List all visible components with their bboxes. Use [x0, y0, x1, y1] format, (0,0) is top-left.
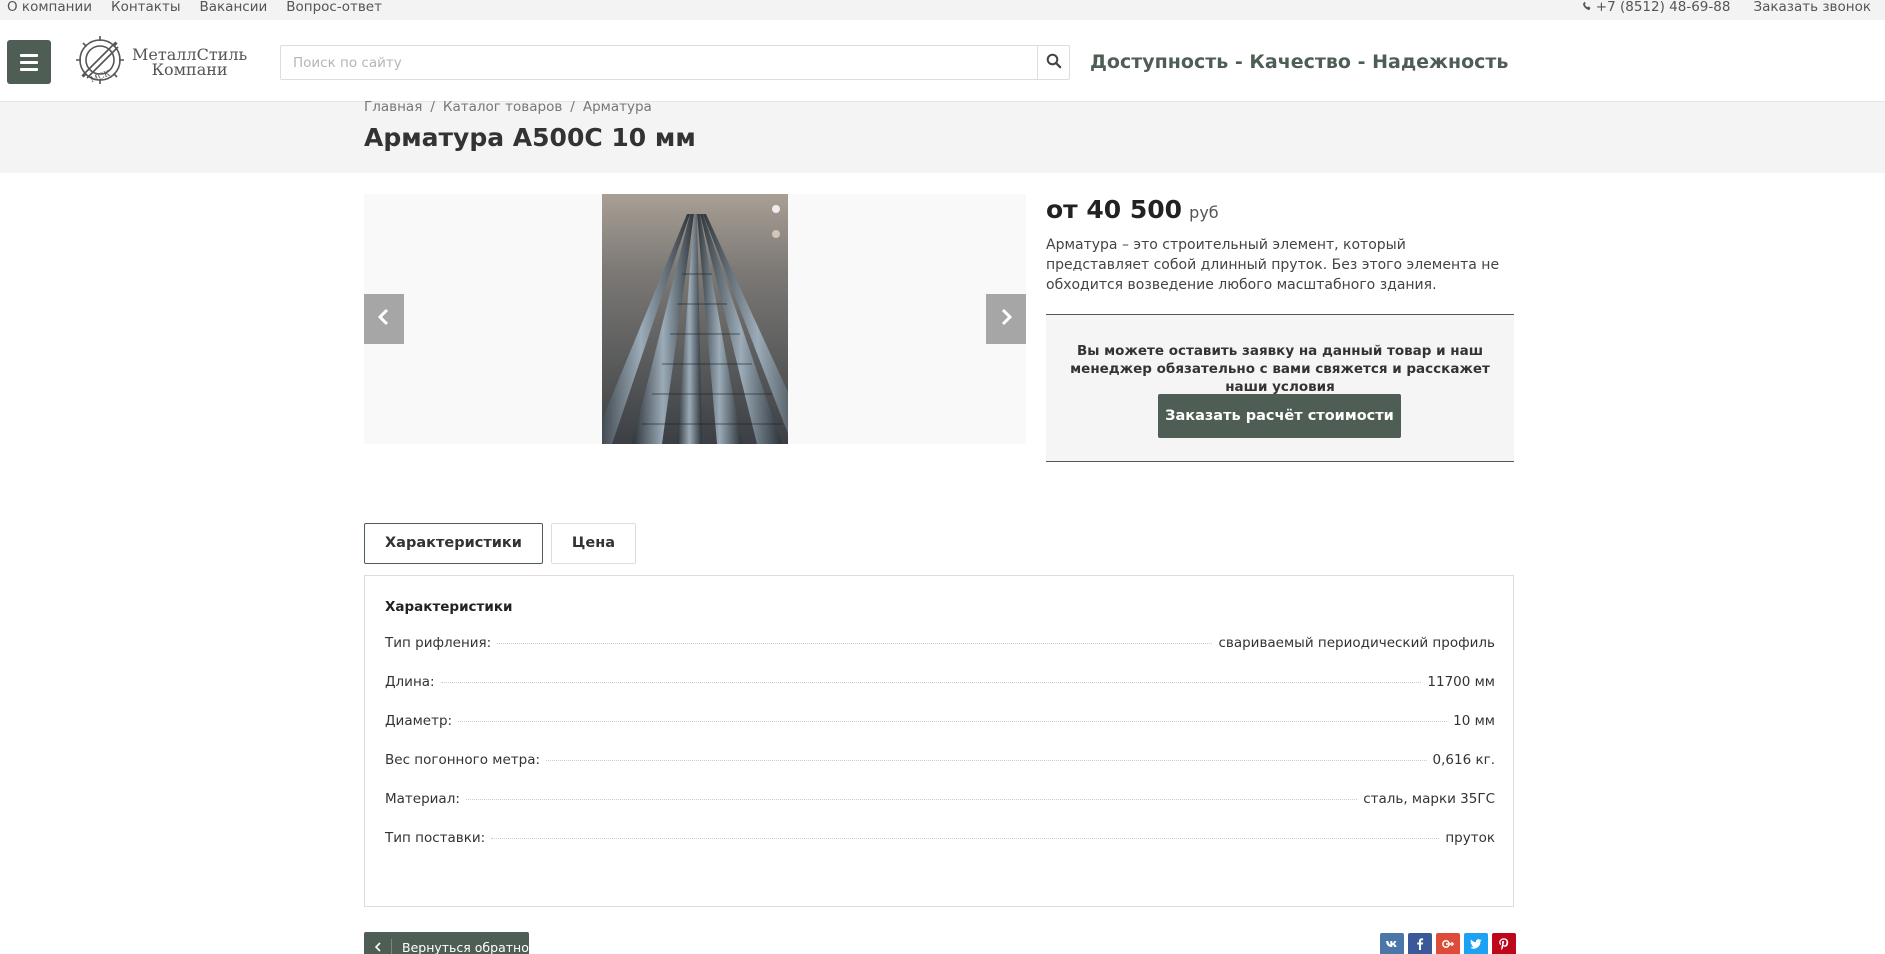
- spec-value: 11700 мм: [1427, 674, 1495, 690]
- back-button[interactable]: Вернуться обратно: [364, 932, 529, 954]
- spec-row: Длина: 11700 мм: [385, 674, 1495, 713]
- spec-value: свариваемый периодический профиль: [1218, 635, 1495, 651]
- header: МСК МеталлСтиль Компани Доступность - Ка…: [0, 20, 1885, 102]
- facebook-share-button[interactable]: [1408, 933, 1432, 954]
- logo-line-2: Компани: [151, 60, 228, 79]
- menu-icon-bar: [20, 60, 38, 64]
- spec-leader: [491, 838, 1440, 839]
- product-price: от 40 500 руб: [1046, 193, 1219, 230]
- menu-icon-bar: [20, 53, 38, 57]
- title-band: Главная / Каталог товаров / Арматура Арм…: [0, 99, 1885, 173]
- specs-panel: Характеристики Тип рифления: свариваемый…: [364, 575, 1514, 907]
- spec-value: сталь, марки 35ГС: [1363, 791, 1495, 807]
- chevron-left-icon: [364, 939, 392, 954]
- request-box: Вы можете оставить заявку на данный това…: [1046, 314, 1514, 462]
- spec-key: Материал:: [385, 791, 460, 807]
- product-photo[interactable]: [602, 194, 788, 444]
- spec-leader: [497, 643, 1213, 644]
- pinterest-icon: [1497, 936, 1511, 954]
- top-nav: О компании Контакты Вакансии Вопрос-отве…: [7, 0, 382, 14]
- specs-title: Характеристики: [385, 599, 513, 615]
- chevron-right-icon: [999, 308, 1013, 330]
- spec-value: 0,616 кг.: [1432, 752, 1495, 768]
- top-nav-about[interactable]: О компании: [7, 0, 92, 14]
- spec-row: Вес погонного метра: 0,616 кг.: [385, 752, 1495, 791]
- spec-key: Тип поставки:: [385, 830, 486, 846]
- spec-row: Диаметр: 10 мм: [385, 713, 1495, 752]
- breadcrumb-item-home[interactable]: Главная: [364, 100, 422, 114]
- pinterest-share-button[interactable]: [1492, 933, 1516, 954]
- product-tabs: Характеристики Цена: [364, 523, 637, 564]
- spec-leader: [546, 760, 1427, 761]
- search-input[interactable]: [281, 46, 1037, 79]
- logo-mark-icon: МСК: [72, 32, 128, 92]
- spec-leader: [458, 721, 1448, 722]
- facebook-icon: [1413, 936, 1427, 954]
- price-currency: руб: [1189, 203, 1219, 222]
- spec-row: Тип рифления: свариваемый периодический …: [385, 635, 1495, 674]
- spec-value: 10 мм: [1453, 713, 1495, 729]
- phone-icon: [1582, 0, 1592, 14]
- google-plus-icon: [1441, 936, 1455, 954]
- product-description: Арматура – это строительный элемент, кот…: [1046, 237, 1500, 293]
- twitter-icon: [1469, 936, 1483, 954]
- tab-characteristics[interactable]: Характеристики: [364, 523, 543, 564]
- product-gallery: [364, 194, 1026, 444]
- vk-icon: [1385, 936, 1399, 954]
- spec-leader: [440, 682, 1422, 683]
- breadcrumb-separator: /: [430, 99, 435, 115]
- social-share: [1380, 933, 1516, 954]
- search-button[interactable]: [1037, 46, 1069, 79]
- top-bar: О компании Контакты Вакансии Вопрос-отве…: [0, 0, 1885, 20]
- spec-key: Длина:: [385, 674, 435, 690]
- order-quote-button[interactable]: Заказать расчёт стоимости: [1158, 394, 1401, 438]
- breadcrumb-item-catalog[interactable]: Каталог товаров: [443, 100, 562, 114]
- breadcrumb-separator: /: [570, 99, 575, 115]
- gallery-next-button[interactable]: [986, 294, 1026, 344]
- back-button-label: Вернуться обратно: [402, 939, 529, 954]
- request-text: Вы можете оставить заявку на данный това…: [1070, 343, 1490, 395]
- vk-share-button[interactable]: [1380, 933, 1404, 954]
- spec-value: пруток: [1445, 830, 1495, 846]
- top-nav-faq[interactable]: Вопрос-ответ: [286, 0, 382, 14]
- top-nav-vacancies[interactable]: Вакансии: [199, 0, 267, 14]
- breadcrumb: Главная / Каталог товаров / Арматура: [364, 99, 652, 115]
- menu-button[interactable]: [7, 40, 51, 84]
- spec-key: Вес погонного метра:: [385, 752, 541, 768]
- twitter-share-button[interactable]: [1464, 933, 1488, 954]
- logo[interactable]: МСК МеталлСтиль Компани: [72, 32, 247, 92]
- top-nav-contacts[interactable]: Контакты: [111, 0, 180, 14]
- breadcrumb-item-current: Арматура: [582, 99, 652, 115]
- spec-row: Материал: сталь, марки 35ГС: [385, 791, 1495, 830]
- spec-key: Тип рифления:: [385, 635, 492, 651]
- callback-link[interactable]: Заказать звонок: [1753, 0, 1871, 14]
- page-title: Арматура А500С 10 мм: [364, 123, 696, 152]
- logo-text: МеталлСтиль Компани: [132, 47, 247, 79]
- price-amount: от 40 500: [1046, 195, 1183, 224]
- search-icon: [1046, 53, 1062, 73]
- spec-leader: [465, 799, 1358, 800]
- top-bar-right: +7 (8512) 48-69-88 Заказать звонок: [1582, 0, 1871, 14]
- chevron-left-icon: [377, 308, 391, 330]
- spec-row: Тип поставки: пруток: [385, 830, 1495, 869]
- slogan: Доступность - Качество - Надежность: [1090, 51, 1509, 73]
- phone-number: +7 (8512) 48-69-88: [1595, 0, 1731, 15]
- phone-link[interactable]: +7 (8512) 48-69-88: [1582, 0, 1731, 15]
- specs-list: Тип рифления: свариваемый периодический …: [385, 635, 1495, 869]
- gallery-prev-button[interactable]: [364, 294, 404, 344]
- menu-icon-bar: [20, 67, 38, 71]
- tab-price[interactable]: Цена: [550, 523, 637, 564]
- spec-key: Диаметр:: [385, 713, 453, 729]
- search-box: [280, 45, 1070, 80]
- google-plus-share-button[interactable]: [1436, 933, 1460, 954]
